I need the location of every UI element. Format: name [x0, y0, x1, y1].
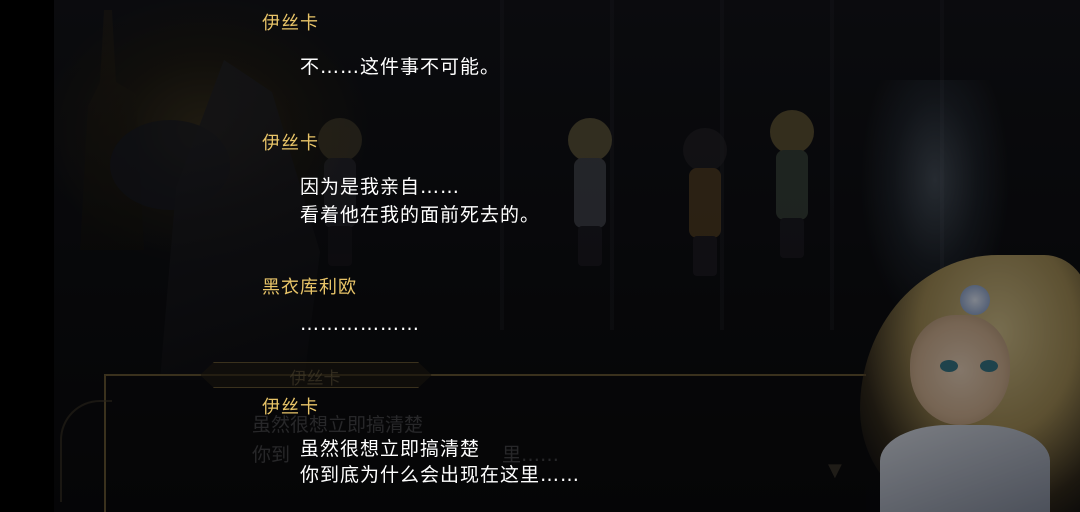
dialog-line: 因为是我亲自……: [300, 176, 461, 198]
speaker-name: 伊丝卡: [262, 397, 319, 418]
backlog-list[interactable]: 伊丝卡 不……这件事不可能。 伊丝卡 因为是我亲自…… 看着他在我的面前死去的。…: [0, 0, 1080, 512]
speaker-name: 黑衣库利欧: [262, 277, 357, 298]
speaker-name: 伊丝卡: [262, 13, 319, 34]
dialog-line: 看着他在我的面前死去的。: [300, 204, 541, 226]
dialog-line: 虽然很想立即搞清楚: [300, 438, 481, 460]
dialog-line: 你到底为什么会出现在这里……: [300, 464, 581, 486]
dialog-line: 不……这件事不可能。: [300, 56, 501, 78]
dialog-line: ………………: [300, 313, 420, 335]
speaker-name: 伊丝卡: [262, 133, 319, 154]
